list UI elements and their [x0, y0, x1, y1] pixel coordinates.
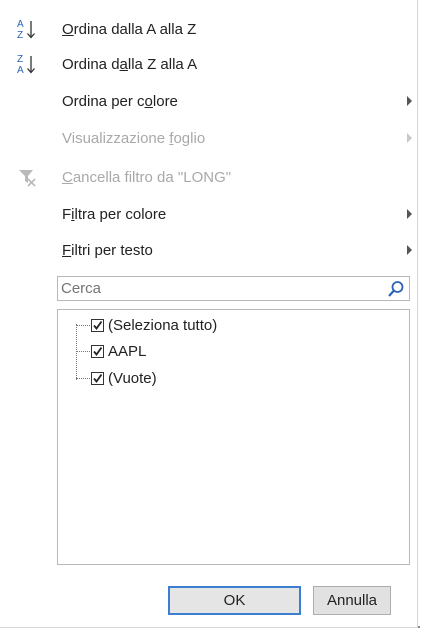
menu-sort-a-to-z[interactable]: A Z Ordina dalla A alla Z: [0, 12, 418, 46]
list-item-label: (Vuote): [108, 369, 157, 387]
checkbox-checked-icon[interactable]: [91, 318, 104, 332]
ok-button[interactable]: OK: [168, 586, 301, 615]
filter-dropdown-panel: A Z Ordina dalla A alla Z Z A Ordina dal…: [0, 0, 418, 628]
sort-ascending-icon: A Z: [16, 16, 38, 42]
search-icon[interactable]: [387, 280, 405, 298]
submenu-arrow-icon: [407, 245, 412, 255]
menu-sheet-view-label: Visualizzazione foglio: [62, 129, 206, 147]
menu-clear-filter: Cancella filtro da "LONG": [0, 160, 418, 194]
resize-grip[interactable]: [418, 626, 420, 628]
menu-filter-by-color-label: Filtra per colore: [62, 205, 167, 223]
menu-filter-by-color[interactable]: Filtra per colore: [0, 197, 418, 231]
menu-sort-by-color[interactable]: Ordina per colore: [0, 84, 418, 118]
list-item[interactable]: AAPL: [76, 340, 146, 362]
svg-text:A: A: [17, 19, 24, 30]
submenu-arrow-icon: [407, 209, 412, 219]
menu-sort-z-to-a-label: Ordina dalla Z alla A: [62, 55, 198, 73]
list-item-label: AAPL: [108, 342, 147, 360]
checkbox-checked-icon[interactable]: [91, 344, 104, 358]
checkbox-checked-icon[interactable]: [91, 371, 104, 385]
menu-sheet-view: Visualizzazione foglio: [0, 121, 418, 155]
menu-sort-a-to-z-label: Ordina dalla A alla Z: [62, 20, 197, 38]
search-input[interactable]: [58, 277, 381, 300]
list-item[interactable]: (Vuote): [76, 367, 157, 389]
svg-text:A: A: [17, 65, 24, 76]
list-item-label: (Seleziona tutto): [108, 316, 218, 334]
menu-text-filters-label: Filtri per testo: [62, 241, 153, 259]
menu-sort-by-color-label: Ordina per colore: [62, 92, 178, 110]
search-box: [57, 276, 410, 301]
clear-filter-icon: [16, 164, 38, 190]
list-item[interactable]: (Seleziona tutto): [76, 314, 217, 336]
cancel-button[interactable]: Annulla: [313, 586, 391, 615]
menu-text-filters[interactable]: Filtri per testo: [0, 233, 418, 267]
value-list: (Seleziona tutto) AAPL (Vuote): [57, 309, 410, 565]
svg-text:Z: Z: [17, 30, 23, 41]
submenu-arrow-icon: [407, 96, 412, 106]
sort-descending-icon: Z A: [16, 51, 38, 77]
submenu-arrow-icon: [407, 133, 412, 143]
menu-clear-filter-label: Cancella filtro da "LONG": [62, 168, 232, 186]
svg-text:Z: Z: [17, 54, 23, 65]
menu-sort-z-to-a[interactable]: Z A Ordina dalla Z alla A: [0, 47, 418, 81]
